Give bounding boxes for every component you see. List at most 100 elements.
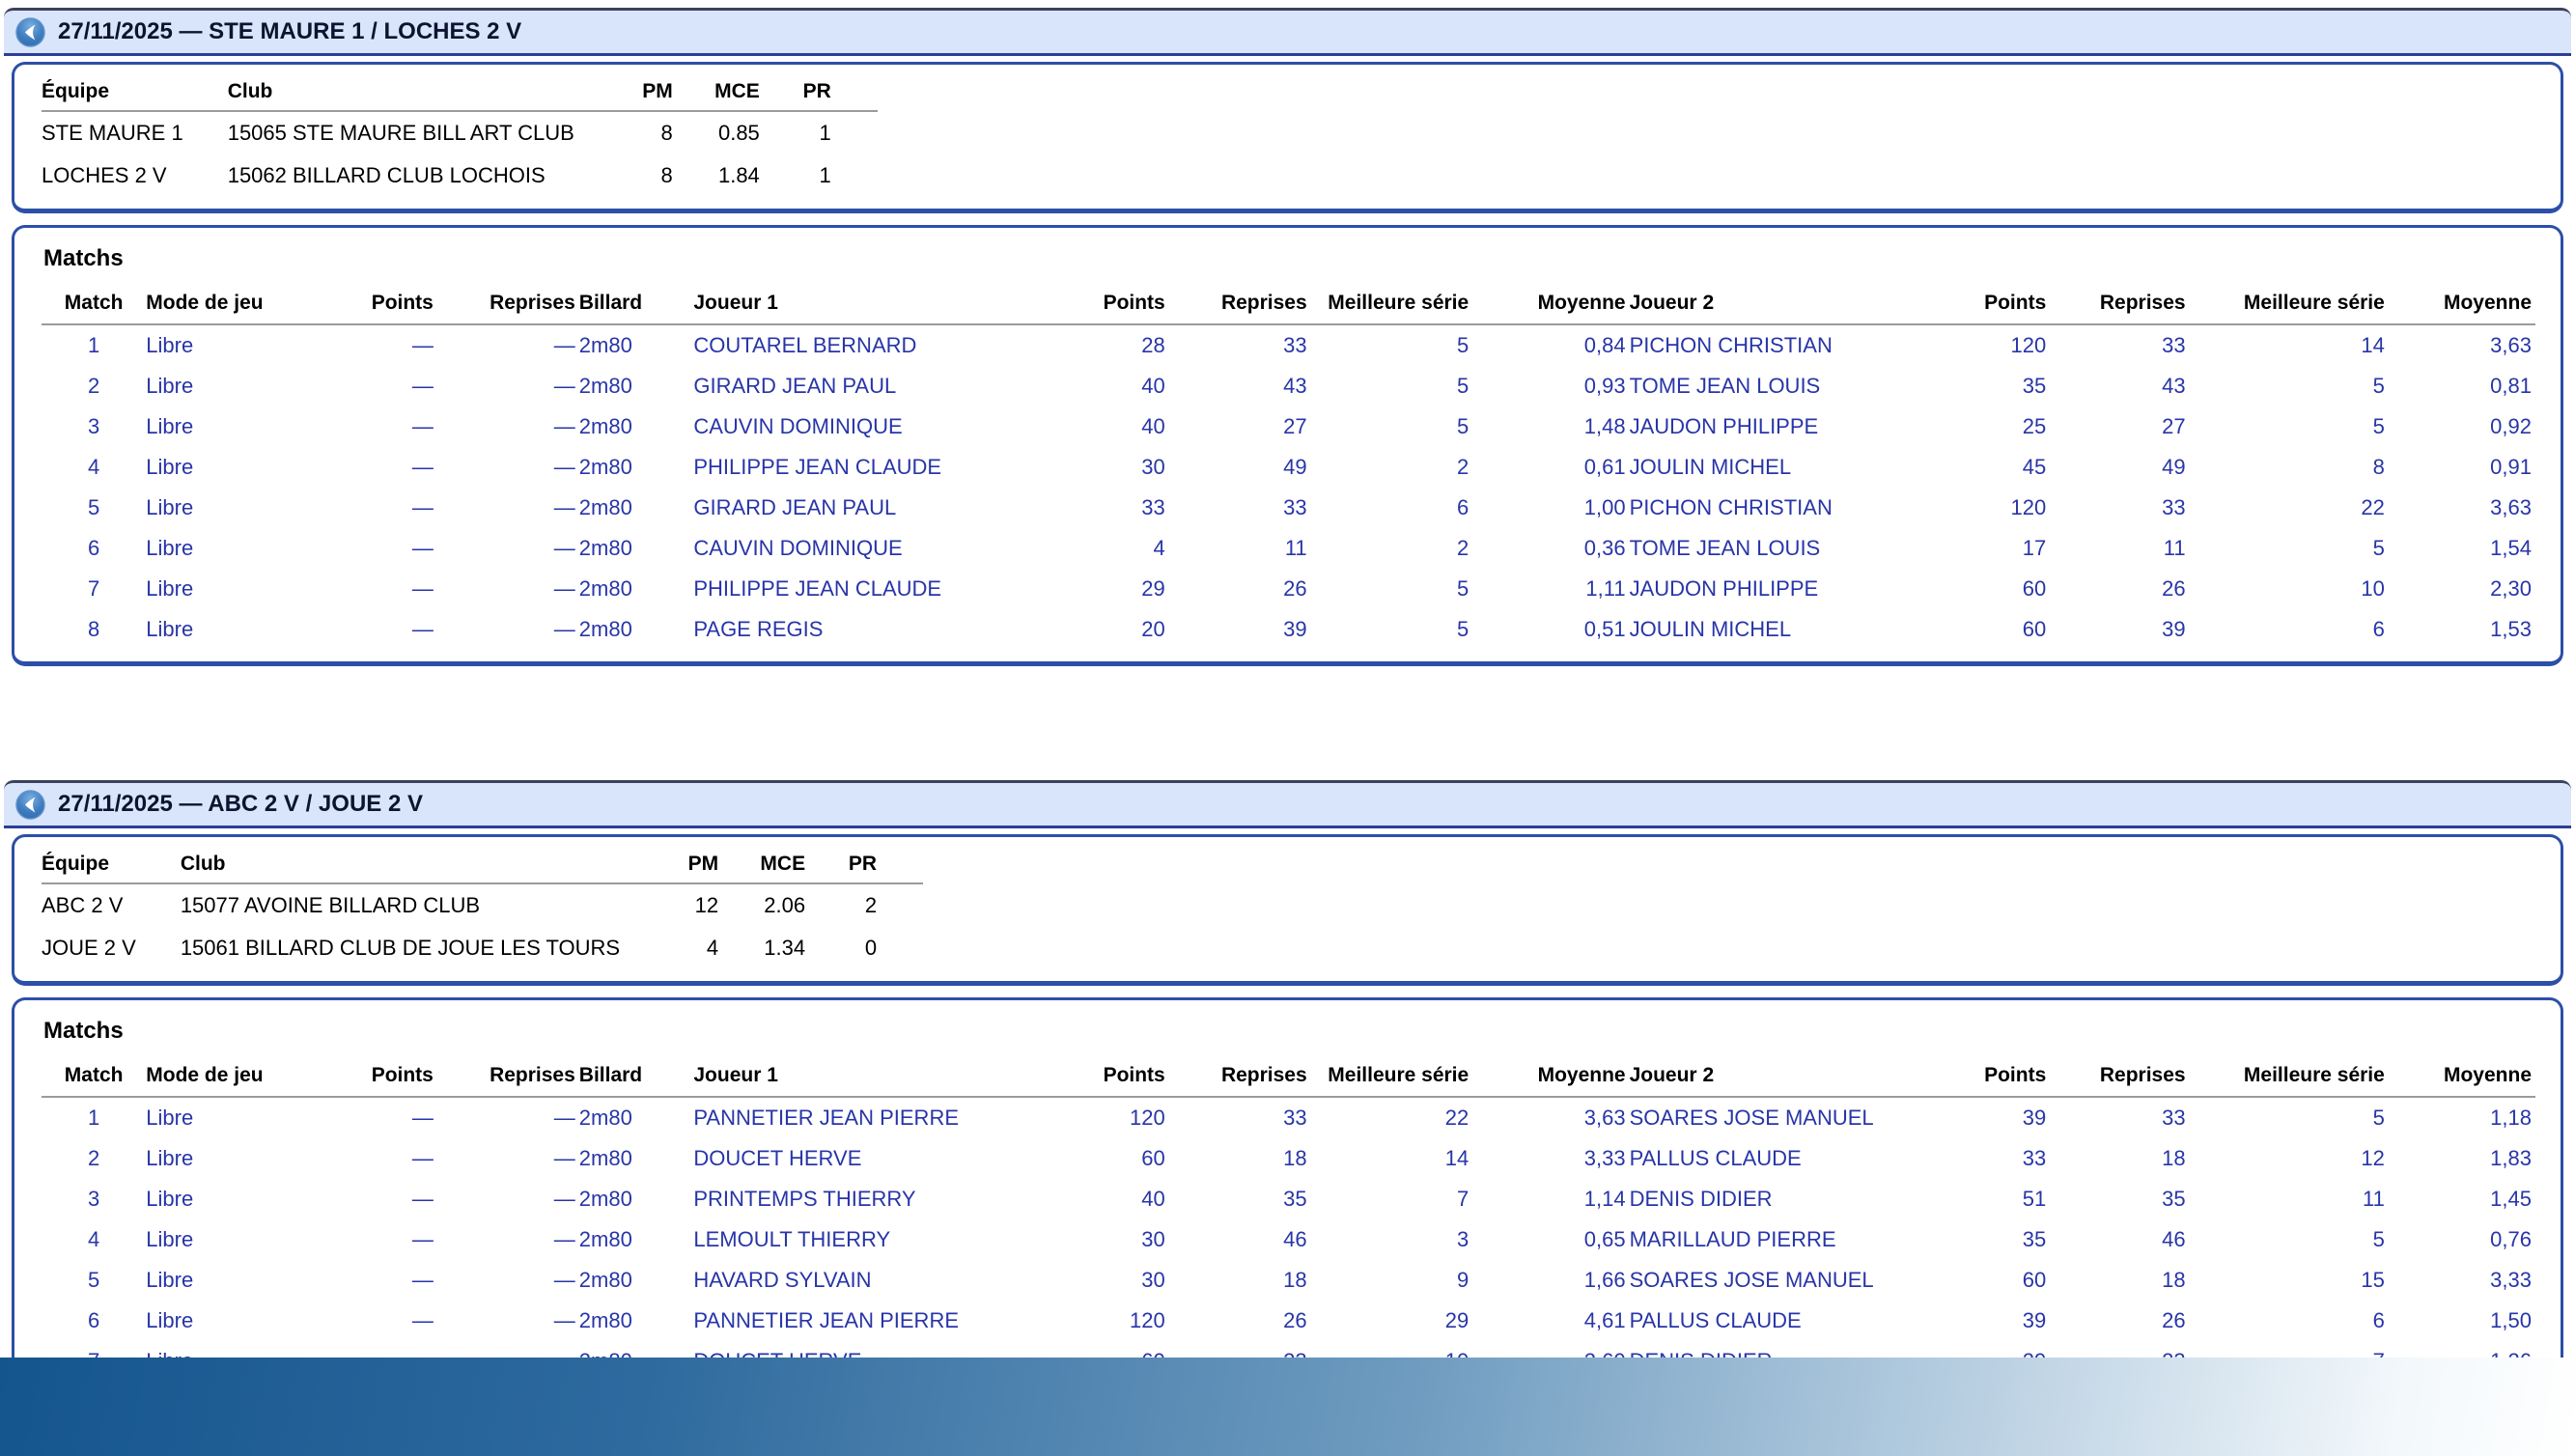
column-header: MCE	[751, 847, 839, 884]
column-header: Meilleure série	[1310, 1060, 1473, 1098]
cell: 28	[1141, 333, 1165, 357]
cell: 3,33	[2490, 1268, 2532, 1292]
cell: 2m80	[578, 1308, 632, 1332]
cell: 18	[1283, 1146, 1307, 1170]
cell: 45	[2022, 455, 2047, 479]
match-row: 4 Libre — —2m80 PHILIPPE JEAN CLAUDE 30 49 2 0,6…	[42, 447, 2535, 488]
cell: 3,33	[1583, 1146, 1626, 1170]
cell: 2m80	[578, 576, 632, 601]
cell: 43	[2162, 374, 2186, 398]
match-row: 7 Libre — —2m80 PHILIPPE JEAN CLAUDE 29 26 5 1,1…	[42, 569, 2535, 609]
cell: GIRARD JEAN PAUL	[693, 374, 897, 398]
cell: 33	[2022, 1146, 2047, 1170]
cell: PICHON CHRISTIAN	[1629, 495, 1833, 519]
cell: 0,84	[1583, 333, 1626, 357]
cell: PAGE REGIS	[693, 617, 824, 641]
match-row: 4 Libre — —2m80 LEMOULT THIERRY 30 46 3 0,65 MARI…	[42, 1219, 2535, 1260]
cell: 120	[2010, 333, 2047, 357]
cell: 3,63	[2490, 495, 2532, 519]
cell: 120	[1130, 1308, 1165, 1332]
cell: PRINTEMPS THIERRY	[693, 1187, 916, 1211]
cell: 2.06	[764, 893, 806, 917]
cell: —	[411, 333, 434, 357]
cell: 22	[2361, 495, 2385, 519]
cell: 0,81	[2490, 374, 2532, 398]
cell: 2m80	[578, 1106, 632, 1130]
cell: 33	[1283, 1106, 1307, 1130]
column-header: Points	[307, 288, 437, 325]
cell: 12	[694, 893, 719, 917]
cell: —	[553, 536, 575, 560]
cell: —	[553, 455, 575, 479]
cell: 18	[1283, 1268, 1307, 1292]
cell: 39	[2162, 617, 2186, 641]
cell: 2	[1456, 455, 1469, 479]
matchs-panel: Matchs Match Mode de jeu Points Reprises Bil…	[12, 225, 2563, 666]
back-icon[interactable]	[15, 789, 45, 820]
cell: 60	[1141, 1146, 1165, 1170]
column-header: Club	[180, 847, 665, 884]
column-header: Reprises	[436, 1060, 579, 1098]
cell: 43	[1283, 374, 1307, 398]
back-icon[interactable]	[15, 16, 45, 47]
cell: 2m80	[578, 1187, 632, 1211]
section-header: 27/11/2025 — ABC 2 V / JOUE 2 V	[4, 780, 2571, 828]
cell: 1	[88, 1106, 100, 1130]
cell: 1,14	[1583, 1187, 1626, 1211]
cell: 20	[1141, 617, 1165, 641]
cell: PHILIPPE JEAN CLAUDE	[693, 455, 942, 479]
cell: ABC 2 V	[42, 893, 124, 917]
cell: 11	[2362, 1187, 2385, 1211]
team-row: STE MAURE 1 15065 STE MAURE BILL ART CLUB…	[42, 111, 878, 154]
cell: 5	[2372, 1106, 2385, 1130]
column-header: Meilleure série	[2189, 288, 2389, 325]
cell: 5	[2372, 414, 2385, 438]
cell: 15077 AVOINE BILLARD CLUB	[180, 893, 481, 917]
column-header: Moyenne	[2388, 1060, 2535, 1098]
cell: 12	[2361, 1146, 2385, 1170]
section-title: 27/11/2025 — STE MAURE 1 / LOCHES 2 V	[58, 18, 522, 44]
cell: 3	[88, 1187, 100, 1211]
match-sheet-section: 27/11/2025 — STE MAURE 1 / LOCHES 2 V Éq…	[0, 8, 2575, 666]
cell: Libre	[146, 1227, 194, 1251]
cell: —	[411, 1268, 434, 1292]
cell: Libre	[146, 455, 194, 479]
cell: 3,63	[1583, 1106, 1626, 1130]
match-row: 3 Libre — —2m80 PRINTEMPS THIERRY 40 35 7 1,14 DE…	[42, 1179, 2535, 1219]
cell: 60	[2022, 617, 2047, 641]
cell: —	[411, 1106, 434, 1130]
cell: —	[553, 617, 575, 641]
cell: 5	[2372, 1227, 2385, 1251]
cell: 1.84	[717, 163, 760, 187]
column-header: Reprises	[436, 288, 579, 325]
column-header: Équipe	[42, 74, 228, 112]
cell: 2m80	[578, 617, 632, 641]
match-row: 1 Libre — —2m80 PANNETIER JEAN PIERRE 120 33 22…	[42, 1097, 2535, 1138]
section-title: 27/11/2025 — ABC 2 V / JOUE 2 V	[58, 791, 423, 817]
match-sheet-section: 27/11/2025 — ABC 2 V / JOUE 2 V Équipe Cl…	[0, 780, 2575, 1439]
cell: 2m80	[578, 374, 632, 398]
cell: —	[553, 1227, 575, 1251]
cell: 33	[1283, 333, 1307, 357]
column-header: MCE	[705, 74, 793, 112]
cell: 2	[88, 374, 100, 398]
cell: 35	[1283, 1187, 1307, 1211]
cell: SOARES JOSE MANUEL	[1629, 1106, 1874, 1130]
column-header: Billard	[578, 1060, 694, 1098]
column-header: Joueur 1	[693, 288, 1085, 325]
column-header: Points	[1973, 1060, 2051, 1098]
column-header: PR	[792, 74, 878, 112]
cell: 6	[2372, 1308, 2385, 1332]
cell: Libre	[146, 495, 194, 519]
column-header: Points	[1973, 288, 2051, 325]
cell: 26	[2162, 576, 2186, 601]
cell: —	[553, 1308, 575, 1332]
cell: JOUE 2 V	[42, 936, 136, 960]
cell: 15062 BILLARD CLUB LOCHOIS	[227, 163, 546, 187]
match-row: 1 Libre — —2m80 COUTAREL BERNARD 28 33 5 0,84 PIC…	[42, 324, 2535, 366]
cell: —	[411, 374, 434, 398]
cell: 3	[88, 414, 100, 438]
cell: 8	[2372, 455, 2385, 479]
cell: 22	[1444, 1106, 1469, 1130]
cell: Libre	[146, 1268, 194, 1292]
